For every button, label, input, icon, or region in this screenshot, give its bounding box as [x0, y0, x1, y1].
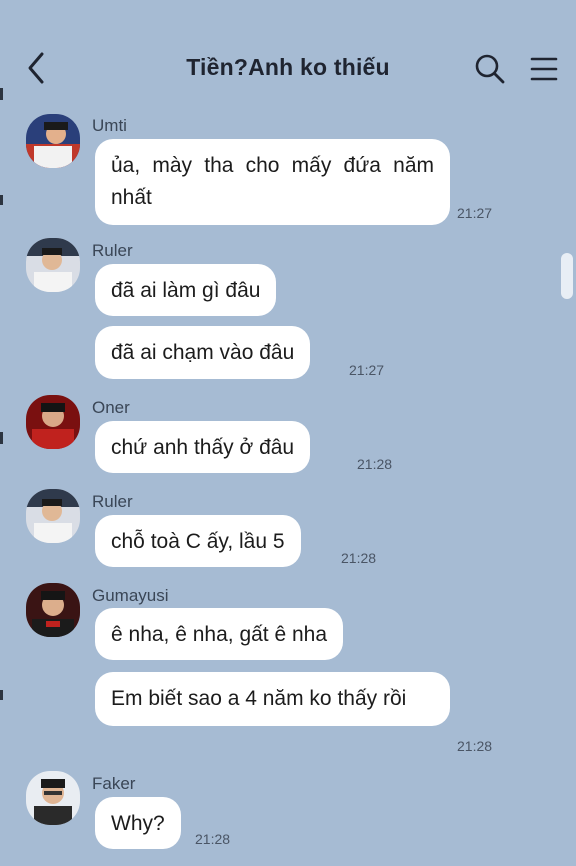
- sender-name: Gumayusi: [92, 586, 169, 605]
- avatar[interactable]: [26, 114, 80, 168]
- message-time: 21:28: [357, 456, 393, 472]
- message-bubble[interactable]: Em biết sao a 4 năm ko thấy rồi: [95, 672, 450, 726]
- message-bubble[interactable]: đã ai làm gì đâu: [95, 264, 277, 316]
- sender-name: Ruler: [92, 492, 133, 511]
- edge-mark: [0, 195, 3, 205]
- scrollbar-thumb[interactable]: [561, 253, 573, 299]
- sender-name: Umti: [92, 116, 127, 135]
- message-time: 21:28: [341, 550, 377, 566]
- message-time: 21:28: [195, 831, 231, 847]
- menu-button[interactable]: [530, 56, 558, 82]
- message-bubble[interactable]: Why?: [95, 797, 181, 849]
- search-button[interactable]: [474, 53, 506, 85]
- message-time: 21:27: [457, 205, 493, 221]
- hamburger-menu-icon: [530, 57, 558, 81]
- message-bubble[interactable]: ê nha, ê nha, gất ê nha: [95, 608, 344, 660]
- sender-name: Faker: [92, 774, 136, 793]
- message-time: 21:27: [349, 362, 385, 378]
- edge-mark: [0, 88, 3, 100]
- avatar[interactable]: [26, 238, 80, 292]
- message-bubble[interactable]: chứ anh thấy ở đâu: [95, 421, 311, 473]
- search-icon: [475, 54, 505, 84]
- message-bubble[interactable]: ủa, mày tha cho mấy đứa năm nhất: [95, 139, 450, 225]
- avatar[interactable]: [26, 583, 80, 637]
- message-time: 21:28: [457, 738, 493, 754]
- avatar[interactable]: [26, 395, 80, 449]
- avatar[interactable]: [26, 771, 80, 825]
- sender-name: Oner: [92, 398, 130, 417]
- message-bubble[interactable]: chỗ toà C ấy, lầu 5: [95, 515, 301, 567]
- edge-mark: [0, 690, 3, 700]
- edge-mark: [0, 432, 3, 444]
- sender-name: Ruler: [92, 241, 133, 260]
- chat-header: Tiền?Anh ko thiếu: [0, 0, 576, 112]
- avatar[interactable]: [26, 489, 80, 543]
- message-bubble[interactable]: đã ai chạm vào đâu: [95, 326, 311, 379]
